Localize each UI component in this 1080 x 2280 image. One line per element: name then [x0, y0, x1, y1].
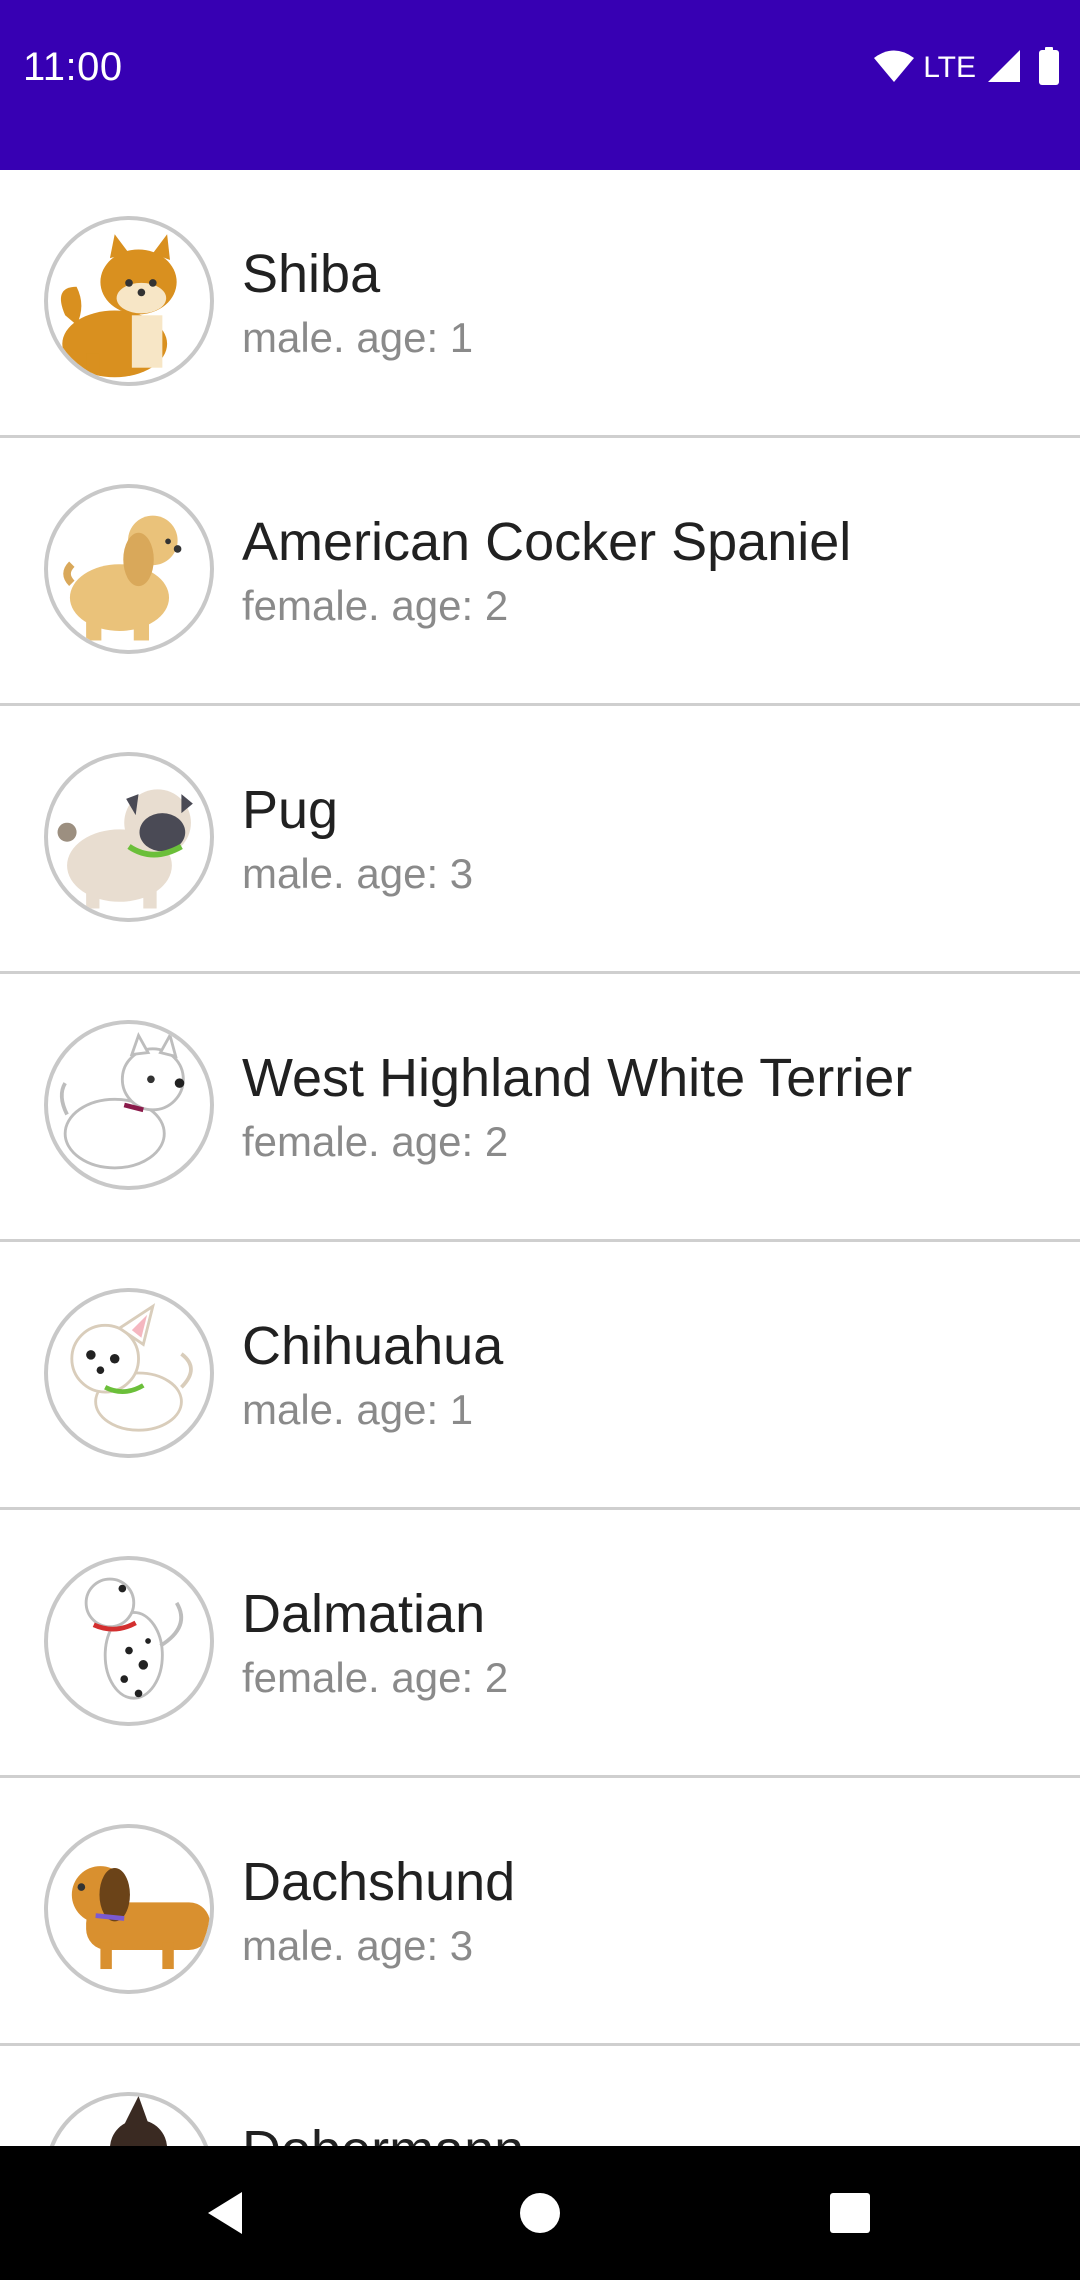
recents-button[interactable]: [820, 2183, 880, 2243]
back-button[interactable]: [195, 2183, 255, 2243]
list-item[interactable]: Shiba male. age: 1: [0, 170, 1080, 438]
cocker-spaniel-avatar: [44, 484, 214, 654]
dog-list[interactable]: Shiba male. age: 1 American Cocker Spani…: [0, 170, 1080, 2146]
battery-icon: [1038, 46, 1060, 90]
dog-name: West Highland White Terrier: [242, 1048, 913, 1108]
home-icon: [520, 2193, 560, 2233]
dog-info: male. age: 3: [242, 850, 474, 897]
list-item[interactable]: Chihuahua male. age: 1: [0, 1242, 1080, 1510]
dog-name: Pug: [242, 780, 339, 840]
dalmatian-avatar: [44, 1556, 214, 1726]
dog-name: Dachshund: [242, 1852, 516, 1912]
screen: 11:00 LTE Shiba male. age: 1 American Co…: [0, 0, 1080, 2280]
dog-info: male. age: 1: [242, 1386, 474, 1433]
list-item[interactable]: Dachshund male. age: 3: [0, 1778, 1080, 2046]
back-icon: [208, 2192, 242, 2234]
dog-info: male. age: 1: [242, 314, 474, 361]
dog-info: female. age: 2: [242, 1654, 509, 1701]
status-icons: LTE: [873, 46, 1060, 90]
dog-name: Shiba: [242, 244, 381, 304]
shiba-avatar: [44, 216, 214, 386]
dog-info: male. age: 3: [242, 1922, 474, 1969]
list-item[interactable]: American Cocker Spaniel female. age: 2: [0, 438, 1080, 706]
status-bar: 11:00 LTE: [0, 0, 1080, 170]
cell-signal-icon: [986, 48, 1022, 89]
recents-icon: [830, 2193, 870, 2233]
list-item[interactable]: Pug male. age: 3: [0, 706, 1080, 974]
dog-info: female. age: 2: [242, 1118, 509, 1165]
navigation-bar: [0, 2146, 1080, 2280]
pug-avatar: [44, 752, 214, 922]
dog-name: Dalmatian: [242, 1584, 486, 1644]
list-item[interactable]: Dalmatian female. age: 2: [0, 1510, 1080, 1778]
wifi-icon: [873, 49, 915, 88]
dog-name: Dobermann: [242, 2118, 524, 2146]
dog-info: female. age: 2: [242, 582, 509, 629]
status-time: 11:00: [23, 45, 123, 89]
chihuahua-avatar: [44, 1288, 214, 1458]
list-item[interactable]: Dobermann: [0, 2046, 1080, 2146]
dog-name: Chihuahua: [242, 1316, 504, 1376]
dog-name: American Cocker Spaniel: [242, 512, 852, 572]
network-type: LTE: [923, 51, 976, 84]
list-item[interactable]: West Highland White Terrier female. age:…: [0, 974, 1080, 1242]
dachshund-avatar: [44, 1824, 214, 1994]
westie-avatar: [44, 1020, 214, 1190]
dobermann-avatar: [44, 2092, 214, 2146]
home-button[interactable]: [510, 2183, 570, 2243]
